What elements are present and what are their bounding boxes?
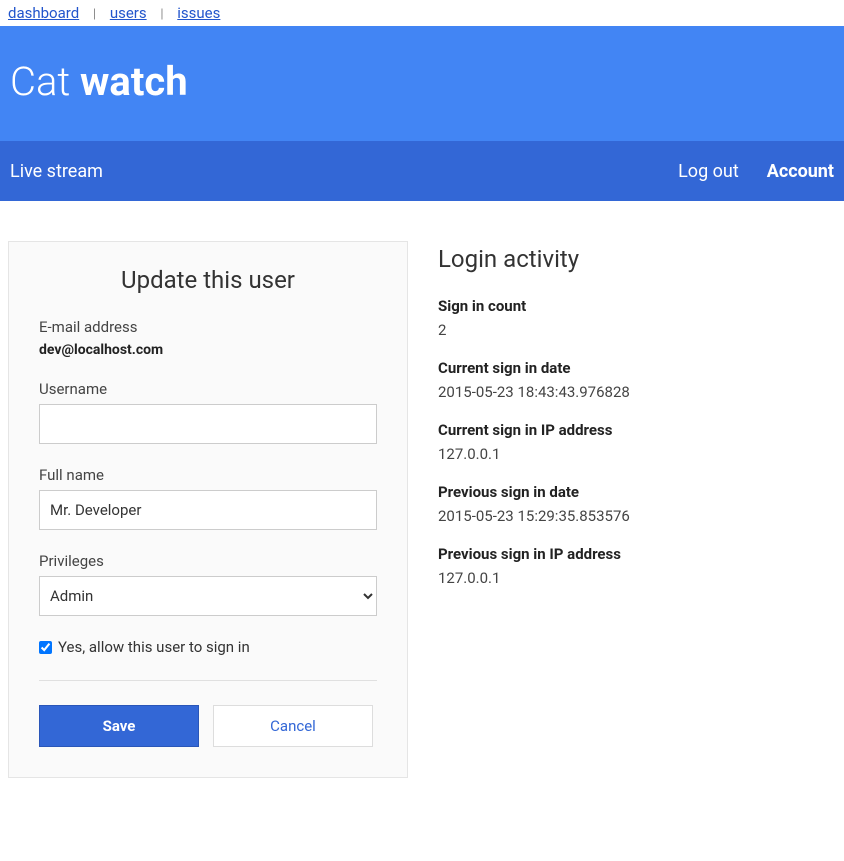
top-nav: dashboard | users | issues bbox=[0, 0, 844, 26]
signin-count-value: 2 bbox=[438, 321, 836, 339]
current-signin-ip-label: Current sign in IP address bbox=[438, 421, 836, 439]
cancel-button[interactable]: Cancel bbox=[213, 705, 373, 747]
panel-title: Update this user bbox=[39, 266, 377, 294]
nav-logout[interactable]: Log out bbox=[678, 161, 739, 182]
email-value: dev@localhost.com bbox=[39, 342, 377, 358]
username-input[interactable] bbox=[39, 404, 377, 444]
fullname-input[interactable] bbox=[39, 490, 377, 530]
nav-users-link[interactable]: users bbox=[110, 4, 147, 22]
previous-signin-date-label: Previous sign in date bbox=[438, 483, 836, 501]
update-user-panel: Update this user E-mail address dev@loca… bbox=[8, 241, 408, 778]
activity-title: Login activity bbox=[438, 245, 836, 273]
brand-title: Cat watch bbox=[10, 26, 834, 141]
allow-signin-row[interactable]: Yes, allow this user to sign in bbox=[39, 638, 377, 656]
allow-signin-checkbox[interactable] bbox=[39, 641, 52, 654]
nav-issues-link[interactable]: issues bbox=[177, 4, 220, 22]
current-signin-date-value: 2015-05-23 18:43:43.976828 bbox=[438, 383, 836, 401]
nav-account[interactable]: Account bbox=[767, 161, 834, 182]
save-button[interactable]: Save bbox=[39, 705, 199, 747]
divider bbox=[39, 680, 377, 681]
current-signin-date-label: Current sign in date bbox=[438, 359, 836, 377]
previous-signin-ip-label: Previous sign in IP address bbox=[438, 545, 836, 563]
header: Cat watch bbox=[0, 26, 844, 141]
brand-light: Cat bbox=[10, 58, 80, 105]
current-signin-ip-value: 127.0.0.1 bbox=[438, 445, 836, 463]
username-label: Username bbox=[39, 380, 377, 398]
navbar: Live stream Log out Account bbox=[0, 141, 844, 201]
nav-dashboard-link[interactable]: dashboard bbox=[8, 4, 79, 22]
allow-signin-label: Yes, allow this user to sign in bbox=[58, 638, 250, 656]
previous-signin-ip-value: 127.0.0.1 bbox=[438, 569, 836, 587]
brand-bold: watch bbox=[80, 58, 188, 105]
nav-live-stream[interactable]: Live stream bbox=[10, 161, 103, 182]
email-label: E-mail address bbox=[39, 318, 377, 336]
login-activity-panel: Login activity Sign in count 2 Current s… bbox=[438, 241, 836, 607]
privileges-select[interactable]: Admin bbox=[39, 576, 377, 616]
signin-count-label: Sign in count bbox=[438, 297, 836, 315]
privileges-label: Privileges bbox=[39, 552, 377, 570]
nav-separator: | bbox=[93, 7, 96, 22]
fullname-label: Full name bbox=[39, 466, 377, 484]
previous-signin-date-value: 2015-05-23 15:29:35.853576 bbox=[438, 507, 836, 525]
content: Update this user E-mail address dev@loca… bbox=[0, 201, 844, 798]
nav-separator: | bbox=[160, 7, 163, 22]
